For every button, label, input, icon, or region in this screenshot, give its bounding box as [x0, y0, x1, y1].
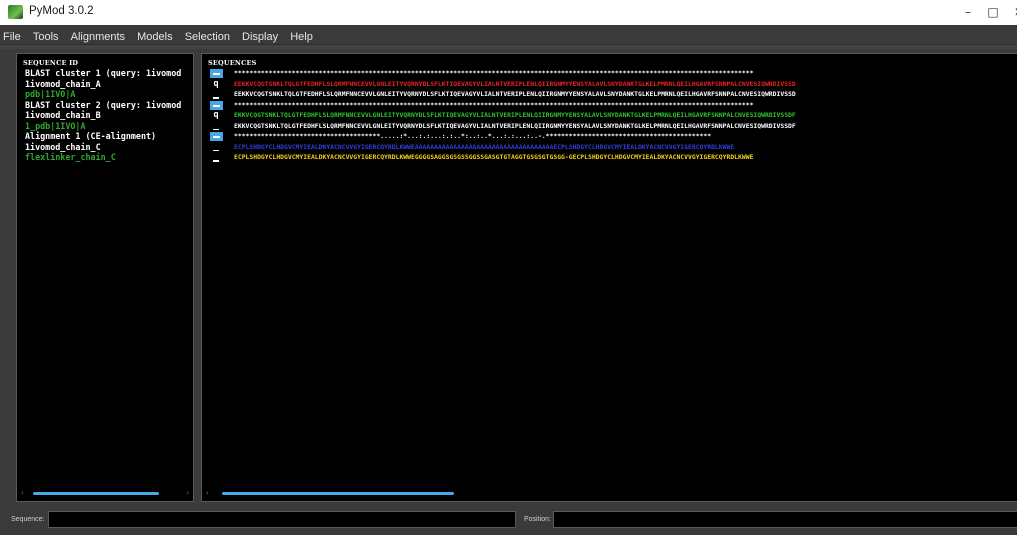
toolbar-strip [0, 45, 1017, 49]
sequence-text[interactable]: ****************************************… [234, 68, 753, 79]
sequence-text[interactable]: ECPLSHDGYCLHDGVCMYIEALDKYACNCVVGYIGERCQY… [234, 152, 753, 163]
menu-bar: File Tools Alignments Models Selection D… [0, 25, 1017, 45]
left-scrollbar-thumb[interactable] [33, 492, 159, 495]
sequence-text[interactable]: EEKKVCQGTSNKLTQLGTFEDHFLSLQRMFNNCEVVLGNL… [234, 89, 796, 100]
sequence-text[interactable]: ****************************************… [234, 100, 753, 111]
title-bar: PyMod 3.0.2 – □ ✕ [0, 0, 1017, 25]
sequence-id-row[interactable]: 1ivomod_chain_A [25, 79, 191, 90]
window-title: PyMod 3.0.2 [29, 5, 94, 17]
sequence-id-header: SEQUENCE ID [23, 59, 79, 67]
sequence-id-row[interactable]: pdb|1IVO|A [25, 89, 191, 100]
sequence-id-list: BLAST cluster 1 (query: 1ivomod 1ivomod_… [25, 68, 191, 163]
scroll-left-arrow-icon[interactable]: ‹ [21, 488, 24, 498]
sequence-text[interactable]: EKKVCQGTSNKLTQLGTFEDHFLSLQRMFNNCEVVLGNLE… [234, 110, 796, 121]
sequences-panel: SEQUENCES ******************************… [201, 53, 1017, 502]
sequence-id-panel: SEQUENCE ID BLAST cluster 1 (query: 1ivo… [16, 53, 194, 502]
sequence-text[interactable]: ECPLSHDGYCLHDGVCMYIEALDKYACNCVVGYIGERCQY… [234, 142, 734, 153]
child-marker[interactable] [210, 121, 222, 132]
cluster-expand-button[interactable] [210, 132, 223, 141]
sequence-id-row[interactable]: Alignment 1 (CE-alignment) [25, 131, 191, 142]
right-scrollbar-thumb[interactable] [222, 492, 454, 495]
sequences-header: SEQUENCES [208, 59, 257, 67]
query-marker[interactable]: q [210, 110, 222, 121]
child-marker[interactable] [210, 152, 222, 163]
right-horizontal-scrollbar[interactable]: ‹ [206, 488, 1014, 498]
sequence-text[interactable]: EKKVCQGTSNKLTQLGTFEDHFLSLQRMFNNCEVVLGNLE… [234, 121, 796, 132]
left-horizontal-scrollbar[interactable]: ‹ › [21, 488, 189, 498]
cluster-expand-button[interactable] [210, 69, 223, 78]
child-marker[interactable] [210, 142, 222, 153]
cluster-expand-button[interactable] [210, 100, 223, 110]
pymod-app-icon [8, 5, 23, 19]
sequence-id-row[interactable]: BLAST cluster 1 (query: 1ivomod [25, 68, 191, 79]
child-marker[interactable] [210, 89, 222, 100]
sequence-id-row[interactable]: 1ivomod_chain_B [25, 110, 191, 121]
position-field[interactable] [553, 511, 1017, 528]
query-marker[interactable]: q [210, 79, 222, 90]
scroll-left-arrow-icon[interactable]: ‹ [206, 488, 209, 498]
sequence-id-row[interactable]: flexlinker_chain_C [25, 152, 191, 163]
sequence-field[interactable] [48, 511, 516, 528]
sequence-id-row[interactable]: BLAST cluster 2 (query: 1ivomod [25, 100, 191, 111]
status-bar: Sequence: Position: [0, 507, 1017, 535]
close-button[interactable]: ✕ [1004, 2, 1017, 22]
sequence-label: Sequence: [11, 516, 45, 523]
sequence-text[interactable]: **************************************..… [234, 131, 711, 142]
sequence-text[interactable]: EEKKVCQGTSNKLTQLGTFEDHFLSLQRMFNNCEVVLGNL… [234, 79, 796, 90]
position-label: Position: [524, 516, 551, 523]
sequence-id-row[interactable]: 1ivomod_chain_C [25, 142, 191, 153]
scroll-right-arrow-icon[interactable]: › [186, 488, 189, 498]
sequence-id-row[interactable]: 1_pdb|1IVO|A [25, 121, 191, 132]
